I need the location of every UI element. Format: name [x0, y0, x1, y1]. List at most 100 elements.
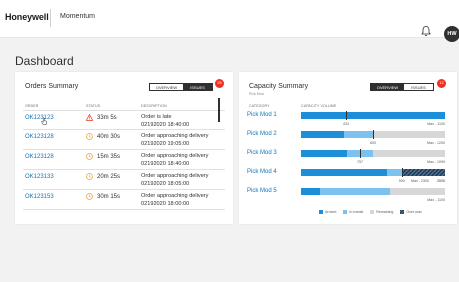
order-description: Order approaching delivery: [141, 153, 209, 159]
category-name[interactable]: Pick Mod 1: [247, 112, 277, 118]
order-time: 02192020 19:05:00: [141, 141, 190, 147]
category-name[interactable]: Pick Mod 5: [247, 188, 277, 194]
in-transit-segment: [319, 188, 391, 195]
status-timer: 15m 35s: [97, 154, 121, 160]
order-id-link[interactable]: OK123128: [25, 154, 54, 160]
column-header-status: STATUS: [86, 104, 101, 108]
column-header-order: ORDER: [25, 104, 39, 108]
status-timer: 20m 25s: [97, 174, 121, 180]
table-row[interactable]: OK123128 15m 35s Order approaching deliv…: [23, 150, 225, 170]
threshold-marker: [373, 130, 374, 139]
capacity-view-toggle: OVERVIEW ISSUES: [370, 83, 434, 91]
capacity-row[interactable]: Pick Mod 2 600 Max - 1200: [247, 129, 449, 148]
tab-issues[interactable]: ISSUES: [182, 84, 212, 90]
order-id-link[interactable]: OK123153: [25, 194, 54, 200]
orders-summary-title: Orders Summary: [25, 83, 79, 90]
issues-count-badge: 12: [437, 79, 446, 88]
order-description: Order approaching delivery: [141, 173, 209, 179]
marker-label: 900: [398, 179, 405, 183]
tab-issues[interactable]: ISSUES: [403, 84, 433, 90]
clock-icon: [86, 133, 93, 140]
scrollbar-thumb[interactable]: [218, 98, 220, 122]
capacity-summary-card: Capacity Summary Pick Mod OVERVIEW ISSUE…: [239, 72, 457, 224]
bell-icon[interactable]: [420, 25, 432, 37]
max-label: Max - 2300: [411, 179, 429, 183]
clock-icon: [86, 153, 93, 160]
app-name: Momentum: [60, 13, 96, 20]
divider: [50, 9, 51, 27]
order-description: Order is late: [141, 114, 172, 120]
capacity-row[interactable]: Pick Mod 3 757 Max - 1099: [247, 148, 449, 167]
arrived-segment: [301, 150, 348, 157]
clock-icon: [86, 193, 93, 200]
over-max-label: 2000: [437, 179, 445, 183]
order-description: Order approaching delivery: [141, 193, 209, 199]
legend-remaining: Remaining: [370, 210, 393, 214]
max-label: Max - 1100: [427, 198, 445, 202]
order-time: 02192020 18:40:00: [141, 161, 190, 167]
order-time: 02192020 18:40:00: [141, 122, 190, 128]
avatar[interactable]: HW: [444, 26, 459, 42]
orders-summary-card: Orders Summary OVERVIEW ISSUES 25 ORDER …: [15, 72, 233, 224]
table-row[interactable]: OK123133 20m 25s Order approaching deliv…: [23, 170, 225, 190]
table-row[interactable]: OK123123 33m 5s Order is late 02192020 1…: [23, 110, 225, 130]
orders-view-toggle: OVERVIEW ISSUES: [149, 83, 213, 91]
status-timer: 33m 5s: [97, 115, 117, 121]
capacity-row[interactable]: Pick Mod 5 Max - 1100: [247, 186, 449, 205]
capacity-bar: 631 Max - 1100: [301, 111, 445, 126]
max-label: Max - 1099: [427, 160, 445, 164]
category-name[interactable]: Pick Mod 4: [247, 169, 277, 175]
legend-over-max: Over max: [400, 210, 422, 214]
capacity-row[interactable]: Pick Mod 4 900 Max - 2300 2000: [247, 167, 449, 186]
threshold-marker: [401, 168, 403, 177]
table-row[interactable]: OK123128 40m 30s Order approaching deliv…: [23, 130, 225, 150]
max-label: Max - 1200: [427, 141, 445, 145]
column-header-description: DESCRIPTION: [141, 104, 167, 108]
capacity-legend: Arrived In transit Remaining Over max: [319, 210, 422, 214]
marker-label: 631: [343, 122, 350, 126]
hand-cursor-icon: [41, 117, 47, 125]
legend-in-transit-label: In transit: [349, 210, 364, 214]
legend-in-transit: In transit: [343, 210, 363, 214]
capacity-bar: 600 Max - 1200: [301, 130, 445, 145]
status-timer: 30m 15s: [97, 194, 121, 200]
order-description: Order approaching delivery: [141, 133, 209, 139]
threshold-marker: [360, 149, 361, 158]
capacity-summary-title: Capacity Summary: [249, 83, 309, 90]
marker-label: 600: [370, 141, 376, 145]
order-id-link[interactable]: OK123133: [25, 174, 54, 180]
over-max-segment: [401, 169, 445, 176]
in-transit-segment: [387, 169, 402, 176]
warning-triangle-icon: [86, 114, 93, 121]
arrived-segment: [301, 169, 388, 176]
legend-over-max-label: Over max: [406, 210, 422, 214]
order-time: 02192020 18:00:00: [141, 201, 190, 207]
clock-icon: [86, 173, 93, 180]
order-time: 02192020 18:05:00: [141, 181, 190, 187]
column-header-category: CATEGORY: [249, 104, 270, 108]
status-timer: 40m 30s: [97, 134, 121, 140]
order-id-link[interactable]: OK123128: [25, 134, 54, 140]
page-title: Dashboard: [15, 54, 74, 68]
capacity-bar: 900 Max - 2300 2000: [301, 168, 445, 183]
capacity-subtitle: Pick Mod: [249, 92, 264, 96]
table-row[interactable]: OK123153 30m 15s Order approaching deliv…: [23, 190, 225, 210]
top-bar: Honeywell Momentum: [0, 0, 459, 38]
tab-overview[interactable]: OVERVIEW: [371, 84, 404, 90]
column-header-capacity-volume: CAPACITY VOLUME: [301, 104, 337, 108]
arrived-segment: [301, 188, 320, 195]
legend-arrived: Arrived: [319, 210, 336, 214]
arrived-segment: [301, 112, 445, 119]
legend-arrived-label: Arrived: [325, 210, 337, 214]
arrived-segment: [301, 131, 345, 138]
capacity-bar: 757 Max - 1099: [301, 149, 445, 164]
issues-count-badge: 25: [215, 79, 224, 88]
in-transit-segment: [344, 131, 373, 138]
capacity-row[interactable]: Pick Mod 1 631 Max - 1100: [247, 110, 449, 129]
category-name[interactable]: Pick Mod 2: [247, 131, 277, 137]
legend-remaining-label: Remaining: [376, 210, 394, 214]
tab-overview[interactable]: OVERVIEW: [150, 84, 183, 90]
category-name[interactable]: Pick Mod 3: [247, 150, 277, 156]
max-label: Max - 1100: [427, 122, 445, 126]
capacity-bar: Max - 1100: [301, 188, 445, 202]
